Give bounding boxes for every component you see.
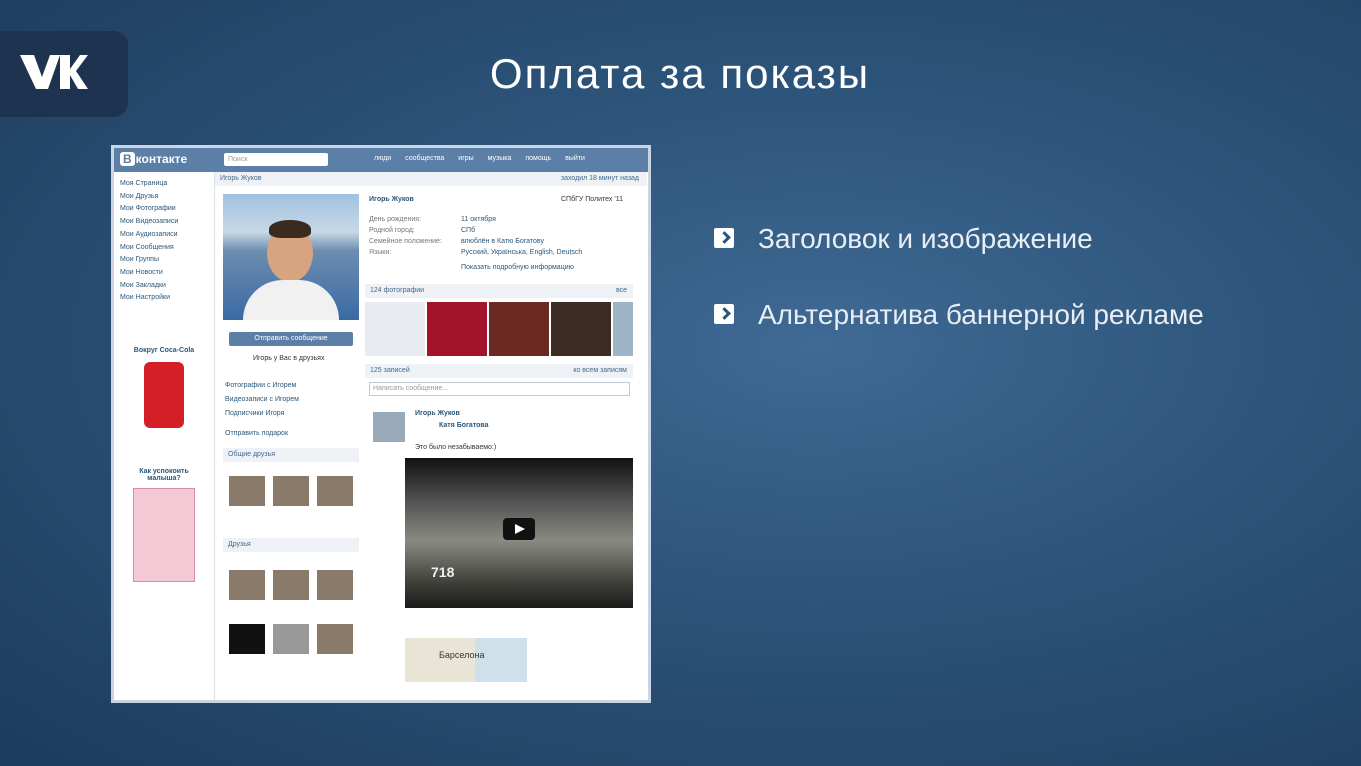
baby-image bbox=[133, 488, 195, 582]
common-friends-bar: Общие друзья bbox=[223, 448, 359, 462]
vk-screenshot: Вконтакте Поиск люди сообщества игры муз… bbox=[111, 145, 651, 703]
left-menu: Моя Страница Мои Друзья Мои Фотографии М… bbox=[120, 178, 210, 305]
vk-header: Вконтакте Поиск люди сообщества игры муз… bbox=[114, 148, 648, 172]
wall-input[interactable]: Написать сообщение... bbox=[369, 382, 630, 396]
map-label: Барселона bbox=[439, 650, 485, 660]
info-label: Языки: bbox=[369, 249, 392, 256]
ad-baby[interactable]: Как успокоить малыша? bbox=[122, 468, 206, 582]
info-label: Родной город: bbox=[369, 227, 415, 234]
nav-item[interactable]: сообщества bbox=[405, 155, 444, 162]
friend-thumb[interactable] bbox=[273, 476, 309, 506]
photo-thumb[interactable] bbox=[613, 302, 633, 356]
map-land bbox=[405, 638, 475, 682]
menu-item[interactable]: Мои Аудиозаписи bbox=[120, 229, 210, 242]
post-text: Это было незабываемо:) bbox=[415, 444, 497, 451]
vk-logo-icon bbox=[20, 55, 88, 89]
video-player[interactable]: 718 bbox=[405, 458, 633, 608]
friend-thumb[interactable] bbox=[317, 624, 353, 654]
bullet-list: Заголовок и изображение Альтернатива бан… bbox=[712, 220, 1312, 372]
info-value[interactable]: влюблён в Катю Богатову bbox=[461, 238, 544, 245]
menu-item[interactable]: Мои Друзья bbox=[120, 191, 210, 204]
vk-brand[interactable]: Вконтакте bbox=[120, 152, 187, 166]
friend-thumb[interactable] bbox=[273, 624, 309, 654]
friend-status: Игорь у Вас в друзьях bbox=[253, 355, 325, 362]
menu-item[interactable]: Мои Закладки bbox=[120, 280, 210, 293]
menu-item[interactable]: Моя Страница bbox=[120, 178, 210, 191]
arrow-icon bbox=[714, 228, 734, 248]
menu-item[interactable]: Мои Фотографии bbox=[120, 203, 210, 216]
photo-thumb[interactable] bbox=[489, 302, 549, 356]
post-author[interactable]: Игорь Жуков bbox=[415, 410, 460, 417]
info-value[interactable]: 11 октября bbox=[461, 216, 496, 223]
bullet-item: Заголовок и изображение bbox=[712, 220, 1312, 258]
bullet-text: Альтернатива баннерной рекламе bbox=[758, 299, 1204, 330]
menu-item[interactable]: Мои Видеозаписи bbox=[120, 216, 210, 229]
side-link[interactable]: Подписчики Игоря bbox=[225, 410, 284, 417]
info-value[interactable]: Русский, Українська, English, Deutsch bbox=[461, 249, 582, 256]
ad-title: Вокруг Coca-Cola bbox=[133, 347, 195, 354]
friend-thumb[interactable] bbox=[229, 570, 265, 600]
arrow-icon bbox=[714, 304, 734, 324]
info-label: Семейное положение: bbox=[369, 238, 442, 245]
wall-bar: 125 записей ко всем записям bbox=[365, 364, 633, 378]
map-image[interactable]: Барселона bbox=[405, 638, 527, 682]
slide-title: Оплата за показы bbox=[489, 50, 871, 97]
top-nav: люди сообщества игры музыка помощь выйти bbox=[374, 155, 597, 162]
vk-logo bbox=[0, 31, 128, 117]
post-sub[interactable]: Катя Богатова bbox=[439, 422, 489, 429]
nav-item[interactable]: выйти bbox=[565, 155, 585, 162]
bullet-item: Альтернатива баннерной рекламе bbox=[712, 296, 1312, 334]
profile-area: Игорь Жуков заходил 18 минут назад Отправ… bbox=[214, 172, 647, 700]
search-input[interactable]: Поиск bbox=[224, 153, 328, 166]
info-value[interactable]: СПб bbox=[461, 227, 475, 234]
video-number: 718 bbox=[431, 564, 455, 580]
profile-bar: Игорь Жуков заходил 18 минут назад bbox=[215, 172, 647, 186]
ad-coca-cola[interactable]: Вокруг Coca-Cola bbox=[122, 347, 206, 428]
vk-page: Моя Страница Мои Друзья Мои Фотографии М… bbox=[114, 172, 648, 700]
nav-item[interactable]: игры bbox=[458, 155, 473, 162]
nav-item[interactable]: люди bbox=[374, 155, 391, 162]
friend-thumb[interactable] bbox=[229, 476, 265, 506]
post-avatar[interactable] bbox=[373, 412, 405, 442]
face bbox=[267, 220, 313, 282]
can-image bbox=[144, 362, 184, 428]
send-message-button[interactable]: Отправить сообщение bbox=[229, 332, 353, 346]
side-link[interactable]: Видеозаписи с Игорем bbox=[225, 396, 299, 403]
photo-thumb[interactable] bbox=[427, 302, 487, 356]
friend-thumb[interactable] bbox=[273, 570, 309, 600]
university: СПбГУ Политех '11 bbox=[561, 196, 623, 203]
side-link[interactable]: Фотографии с Игорем bbox=[225, 382, 296, 389]
photo-thumb[interactable] bbox=[365, 302, 425, 356]
photos-bar: 124 фотографии все bbox=[365, 284, 633, 298]
friend-thumb[interactable] bbox=[317, 570, 353, 600]
friends-bar: Друзья bbox=[223, 538, 359, 552]
side-link[interactable]: Отправить подарок bbox=[225, 430, 288, 437]
friend-thumb[interactable] bbox=[229, 624, 265, 654]
info-label: День рождения: bbox=[369, 216, 421, 223]
nav-item[interactable]: музыка bbox=[488, 155, 512, 162]
nav-item[interactable]: помощь bbox=[525, 155, 551, 162]
show-more-link[interactable]: Показать подробную информацию bbox=[461, 264, 574, 271]
menu-item[interactable]: Мои Настройки bbox=[120, 292, 210, 305]
shirt bbox=[243, 280, 339, 320]
friend-thumb[interactable] bbox=[317, 476, 353, 506]
ad-title: Как успокоить малыша? bbox=[139, 468, 189, 482]
menu-item[interactable]: Мои Новости bbox=[120, 267, 210, 280]
profile-photo[interactable] bbox=[223, 194, 359, 320]
menu-item[interactable]: Мои Группы bbox=[120, 254, 210, 267]
menu-item[interactable]: Мои Сообщения bbox=[120, 242, 210, 255]
profile-name: Игорь Жуков bbox=[369, 196, 414, 203]
bullet-text: Заголовок и изображение bbox=[758, 223, 1093, 254]
photo-thumb[interactable] bbox=[551, 302, 611, 356]
play-icon[interactable] bbox=[503, 518, 535, 540]
